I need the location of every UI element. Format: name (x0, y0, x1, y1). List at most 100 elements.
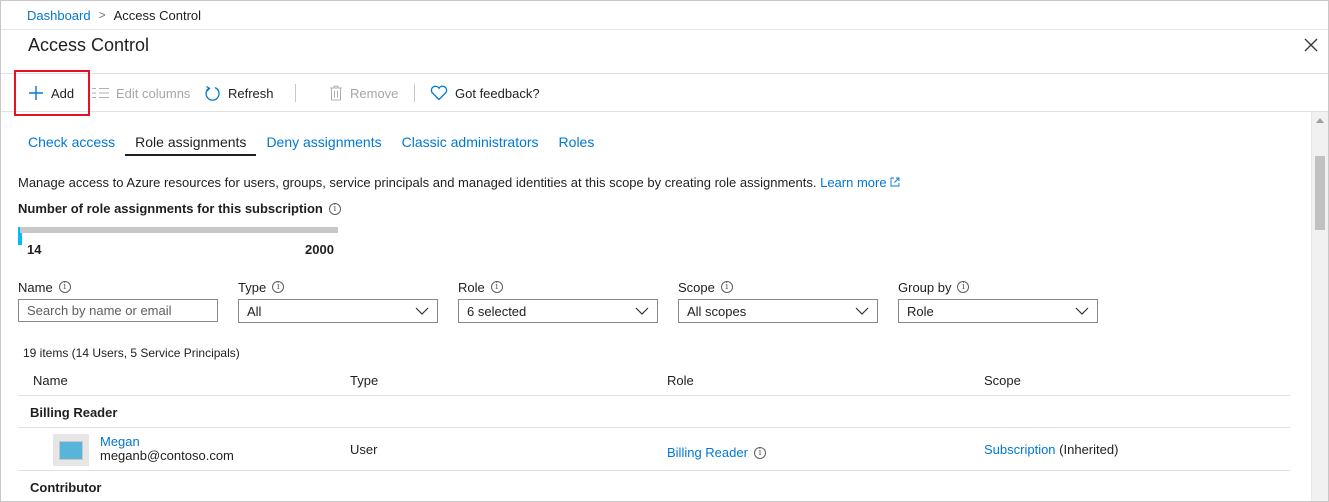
vertical-scrollbar[interactable] (1311, 112, 1328, 501)
close-icon (1304, 38, 1318, 52)
filter-type-label: Type i (238, 279, 438, 295)
cell-name: Megan meganb@contoso.com (100, 435, 234, 463)
breadcrumb-current: Access Control (113, 7, 202, 23)
toolbar-divider (295, 84, 296, 102)
breadcrumb: Dashboard > Access Control (1, 1, 1328, 30)
group-by-dropdown[interactable]: Role (898, 299, 1098, 323)
filter-group-by-label-text: Group by (898, 279, 952, 295)
breadcrumb-dashboard-link[interactable]: Dashboard (27, 8, 91, 23)
info-icon[interactable]: i (328, 202, 341, 215)
tab-role-assignments[interactable]: Role assignments (125, 129, 257, 156)
scope-link[interactable]: Subscription (984, 442, 1056, 457)
avatar (53, 434, 89, 466)
info-icon[interactable]: i (753, 446, 766, 459)
description-text: Manage access to Azure resources for use… (18, 175, 817, 190)
cell-scope: Subscription (Inherited) (984, 442, 1118, 457)
group-label: Billing Reader (30, 405, 118, 420)
role-assignment-count-title: Number of role assignments for this subs… (18, 201, 341, 216)
remove-label: Remove (350, 85, 399, 101)
tab-classic-administrators[interactable]: Classic administrators (392, 129, 549, 156)
search-input[interactable] (18, 299, 218, 322)
access-control-blade: Dashboard > Access Control Access Contro… (0, 0, 1329, 502)
table-row[interactable]: Megan meganb@contoso.com User Billing Re… (18, 428, 1290, 471)
progress-current-value: 14 (27, 242, 42, 257)
filter-name: Name i (18, 279, 218, 322)
info-icon[interactable]: i (490, 281, 503, 293)
edit-columns-button[interactable]: Edit columns (92, 74, 190, 112)
scope-dropdown[interactable]: All scopes (678, 299, 878, 323)
type-dropdown-value: All (247, 303, 262, 319)
title-bar: Access Control (1, 30, 1328, 74)
refresh-button[interactable]: Refresh (204, 74, 274, 112)
role-link[interactable]: Billing Reader (667, 445, 748, 460)
role-dropdown[interactable]: 6 selected (458, 299, 658, 323)
group-label: Contributor (30, 480, 102, 495)
filter-role-label-text: Role (458, 279, 485, 295)
column-header-type[interactable]: Type (350, 373, 378, 388)
role-dropdown-value: 6 selected (467, 303, 527, 319)
info-icon[interactable]: i (272, 281, 285, 293)
learn-more-link[interactable]: Learn more (820, 175, 900, 190)
table-header: Name Type Role Scope (18, 364, 1290, 396)
chevron-down-icon (1075, 307, 1089, 315)
scroll-up-arrow-icon[interactable] (1316, 118, 1324, 123)
chevron-down-icon (415, 307, 429, 315)
filter-name-label-text: Name (18, 279, 53, 295)
filter-scope-label-text: Scope (678, 279, 715, 295)
add-button[interactable]: Add (28, 74, 74, 112)
column-header-name[interactable]: Name (33, 373, 68, 388)
content-area: Check access Role assignments Deny assig… (1, 112, 1328, 501)
feedback-label: Got feedback? (455, 85, 540, 101)
filter-role: Role i 6 selected (458, 279, 658, 323)
user-avatar-icon (59, 441, 83, 460)
chevron-right-icon: > (98, 8, 106, 22)
plus-icon (29, 86, 43, 100)
learn-more-label: Learn more (820, 175, 887, 190)
items-count: 19 items (14 Users, 5 Service Principals… (23, 346, 240, 360)
column-header-scope[interactable]: Scope (984, 373, 1021, 388)
refresh-icon (205, 85, 220, 101)
cell-type: User (350, 442, 378, 457)
toolbar-divider (414, 84, 415, 102)
chevron-down-icon (635, 307, 649, 315)
filter-type-label-text: Type (238, 279, 267, 295)
group-row-billing-reader[interactable]: Billing Reader (18, 396, 1290, 428)
column-header-role[interactable]: Role (667, 373, 694, 388)
progress-max-value: 2000 (305, 242, 334, 257)
role-assignments-table: Name Type Role Scope Billing Reader Mega… (18, 364, 1290, 501)
info-icon[interactable]: i (720, 281, 733, 293)
external-link-icon (890, 177, 900, 187)
heart-icon (430, 85, 448, 101)
filter-group-by-label: Group by i (898, 279, 1098, 295)
info-icon[interactable]: i (58, 281, 71, 293)
remove-button[interactable]: Remove (329, 74, 398, 112)
tab-check-access[interactable]: Check access (18, 129, 125, 156)
filter-role-label: Role i (458, 279, 658, 295)
cell-role: Billing Reader i (667, 445, 766, 460)
edit-columns-label: Edit columns (116, 85, 191, 101)
count-title-text: Number of role assignments for this subs… (18, 201, 323, 216)
tab-roles[interactable]: Roles (549, 129, 605, 156)
scope-dropdown-value: All scopes (687, 303, 747, 319)
filter-scope: Scope i All scopes (678, 279, 878, 323)
feedback-button[interactable]: Got feedback? (430, 74, 540, 112)
scope-note: (Inherited) (1059, 442, 1119, 457)
role-assignment-progress-bar (18, 227, 338, 233)
user-name-link[interactable]: Megan (100, 435, 234, 449)
refresh-label: Refresh (228, 85, 274, 101)
filter-group-by: Group by i Role (898, 279, 1098, 323)
scrollbar-thumb[interactable] (1315, 156, 1325, 230)
page-title: Access Control (28, 35, 150, 55)
tab-strip: Check access Role assignments Deny assig… (18, 129, 604, 157)
trash-icon (330, 85, 342, 101)
chevron-down-icon (855, 307, 869, 315)
group-row-contributor[interactable]: Contributor (18, 471, 1290, 501)
filter-type: Type i All (238, 279, 438, 323)
type-dropdown[interactable]: All (238, 299, 438, 323)
info-icon[interactable]: i (957, 281, 970, 293)
description: Manage access to Azure resources for use… (18, 175, 900, 190)
group-by-dropdown-value: Role (907, 303, 934, 319)
progress-marker (18, 233, 22, 245)
tab-deny-assignments[interactable]: Deny assignments (256, 129, 391, 156)
close-button[interactable] (1302, 36, 1320, 54)
